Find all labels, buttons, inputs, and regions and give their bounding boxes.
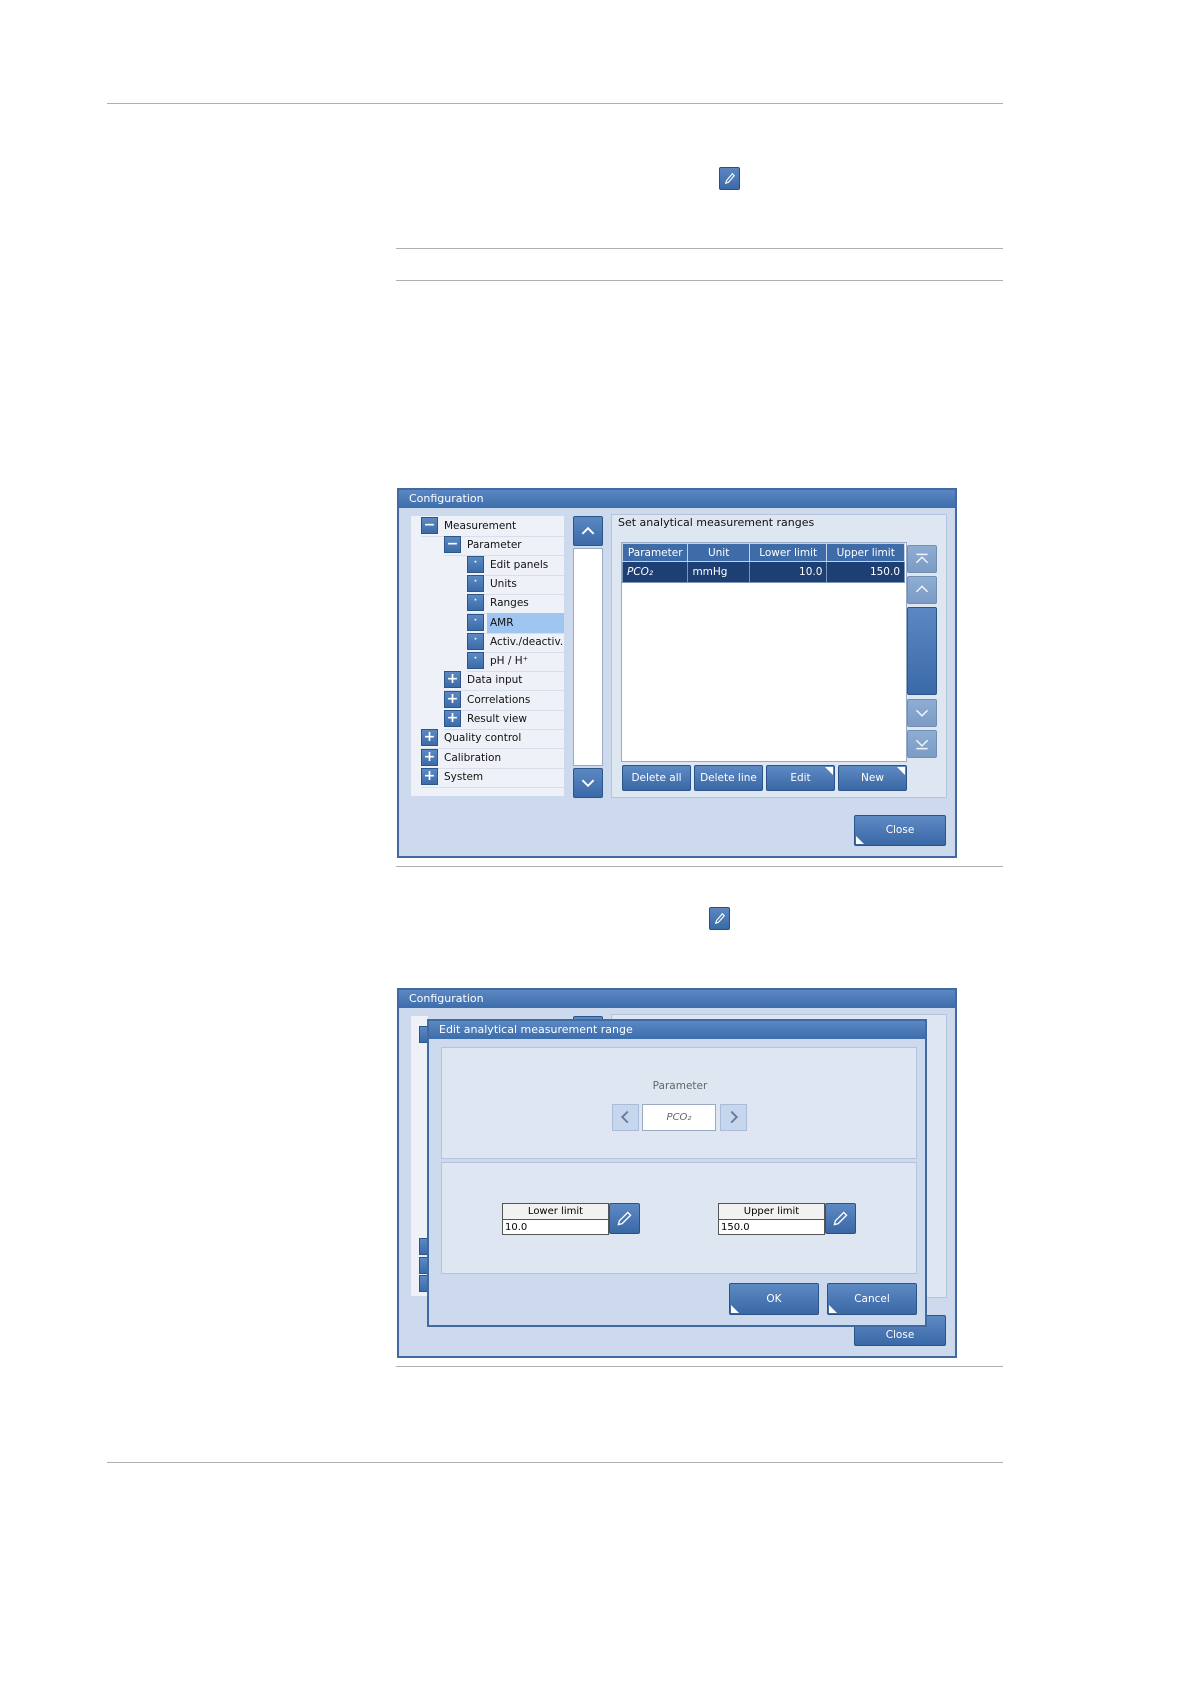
- corner-marker: [825, 767, 833, 775]
- tree-item-activ-deactiv[interactable]: · Activ./deactiv.: [467, 632, 564, 653]
- tree-item-edit-panels[interactable]: · Edit panels: [467, 555, 564, 576]
- table-row[interactable]: PCO₂ mmHg 10.0 150.0: [621, 561, 905, 583]
- tree-item-data-input[interactable]: + Data input: [444, 670, 564, 692]
- leaf-icon[interactable]: ·: [467, 613, 484, 631]
- pen-icon: [709, 907, 730, 930]
- navigation-tree: − Measurement − Parameter · Edit panels · Units…: [411, 516, 564, 796]
- parameter-label: Parameter: [652, 1080, 708, 1092]
- lower-limit-value: 10.0: [505, 1222, 528, 1233]
- tree-item-correlations[interactable]: + Correlations: [444, 690, 564, 711]
- scroll-bottom-button[interactable]: [907, 730, 937, 758]
- upper-limit-field[interactable]: Upper limit 150.0: [718, 1203, 825, 1235]
- tree-item-label: Units: [490, 577, 517, 590]
- ok-button[interactable]: OK: [729, 1283, 819, 1315]
- tree-item-label: Measurement: [444, 520, 517, 532]
- cell-parameter: PCO₂: [621, 561, 689, 583]
- next-parameter-button[interactable]: [720, 1104, 747, 1131]
- limits-panel: Lower limit 10.0 Upper limit 150.0: [441, 1162, 917, 1274]
- new-button[interactable]: New: [838, 765, 907, 791]
- close-label: Close: [885, 824, 915, 836]
- delete-all-button[interactable]: Delete all: [622, 765, 691, 791]
- rule: [396, 866, 1003, 867]
- tree-item-label: Quality control: [444, 732, 522, 745]
- lower-limit-label: Lower limit: [503, 1204, 608, 1220]
- col-header[interactable]: Lower limit: [748, 543, 828, 562]
- tree-item-label: Ranges: [490, 597, 529, 610]
- scroll-up-button[interactable]: [907, 576, 937, 604]
- tree-item-amr[interactable]: · AMR: [467, 612, 564, 634]
- edit-label: Edit: [790, 772, 811, 784]
- tree-item-label: Calibration: [444, 751, 502, 764]
- tree-item-calibration[interactable]: + Calibration: [421, 748, 564, 769]
- tree-item-ranges[interactable]: · Ranges: [467, 593, 564, 615]
- cell-unit: mmHg: [687, 561, 750, 583]
- tree-item-label: AMR: [487, 612, 564, 633]
- window-title: Configuration: [399, 490, 955, 508]
- rule: [396, 1366, 1003, 1367]
- dialog-title: Edit analytical measurement range: [429, 1021, 925, 1039]
- col-header[interactable]: Unit: [687, 543, 750, 562]
- tree-item-result-view[interactable]: + Result view: [444, 709, 564, 730]
- previous-parameter-button[interactable]: [612, 1104, 639, 1131]
- bottom-rule: [107, 1462, 1003, 1463]
- scroll-down-button[interactable]: [907, 699, 937, 727]
- cancel-label: Cancel: [854, 1293, 890, 1305]
- cell-lower: 10.0: [748, 561, 828, 583]
- amr-panel: Set analytical measurement ranges Parame…: [611, 514, 947, 798]
- cell-upper: 150.0: [826, 561, 905, 583]
- rule: [396, 248, 1003, 249]
- table-scrollbar-thumb[interactable]: [907, 607, 937, 695]
- corner-marker: [731, 1305, 739, 1313]
- tree-item-label: pH / H⁺: [490, 655, 529, 668]
- new-label: New: [861, 772, 884, 784]
- corner-marker: [856, 836, 864, 844]
- top-rule: [107, 103, 1003, 104]
- amr-table: Parameter Unit Lower limit Upper limit P…: [621, 543, 905, 583]
- tree-item-ph-h[interactable]: · pH / H⁺: [467, 651, 564, 673]
- close-label: Close: [885, 1329, 915, 1341]
- tree-item-units[interactable]: · Units: [467, 574, 564, 595]
- tree-item-parameter[interactable]: − Parameter: [444, 535, 564, 557]
- corner-marker: [897, 767, 905, 775]
- lower-limit-field[interactable]: Lower limit 10.0: [502, 1203, 609, 1235]
- tree-item-label: Correlations: [467, 693, 531, 706]
- section-title: Set analytical measurement ranges: [618, 516, 815, 529]
- window-title: Configuration: [399, 990, 955, 1008]
- scroll-top-button[interactable]: [907, 545, 937, 573]
- parameter-value: PCO₂: [642, 1104, 716, 1131]
- tree-scrollbar[interactable]: [573, 548, 603, 766]
- edit-button[interactable]: Edit: [766, 765, 835, 791]
- tree-item-label: Result view: [467, 713, 527, 725]
- tree-item-label: Edit panels: [490, 558, 549, 571]
- tree-item-quality-control[interactable]: + Quality control: [421, 728, 564, 750]
- tree-item-label: Parameter: [467, 539, 522, 552]
- delete-line-button[interactable]: Delete line: [694, 765, 763, 791]
- tree-item-label: Activ./deactiv.: [490, 635, 564, 648]
- corner-marker: [829, 1305, 837, 1313]
- rule: [396, 280, 1003, 281]
- upper-limit-label: Upper limit: [719, 1204, 824, 1220]
- tree-item-label: Data input: [467, 674, 523, 687]
- ok-label: OK: [766, 1293, 782, 1305]
- cancel-button[interactable]: Cancel: [827, 1283, 917, 1315]
- edit-upper-limit-button[interactable]: [825, 1203, 856, 1234]
- upper-limit-value: 150.0: [721, 1222, 750, 1233]
- configuration-window: Configuration − Measurement − Parameter · Edi…: [397, 488, 957, 858]
- col-header[interactable]: Upper limit: [826, 543, 905, 562]
- tree-item-measurement[interactable]: − Measurement: [421, 516, 564, 537]
- tree-item-system[interactable]: + System: [421, 767, 564, 788]
- close-button[interactable]: Close: [854, 815, 946, 846]
- scroll-up-button[interactable]: [573, 516, 603, 546]
- scroll-down-button[interactable]: [573, 768, 603, 798]
- col-header[interactable]: Parameter: [621, 543, 689, 562]
- edit-lower-limit-button[interactable]: [609, 1203, 640, 1234]
- pen-icon: [719, 167, 740, 190]
- parameter-panel: Parameter PCO₂: [441, 1047, 917, 1159]
- tree-item-label: System: [444, 770, 484, 783]
- edit-amr-dialog: Edit analytical measurement range Parame…: [427, 1019, 927, 1327]
